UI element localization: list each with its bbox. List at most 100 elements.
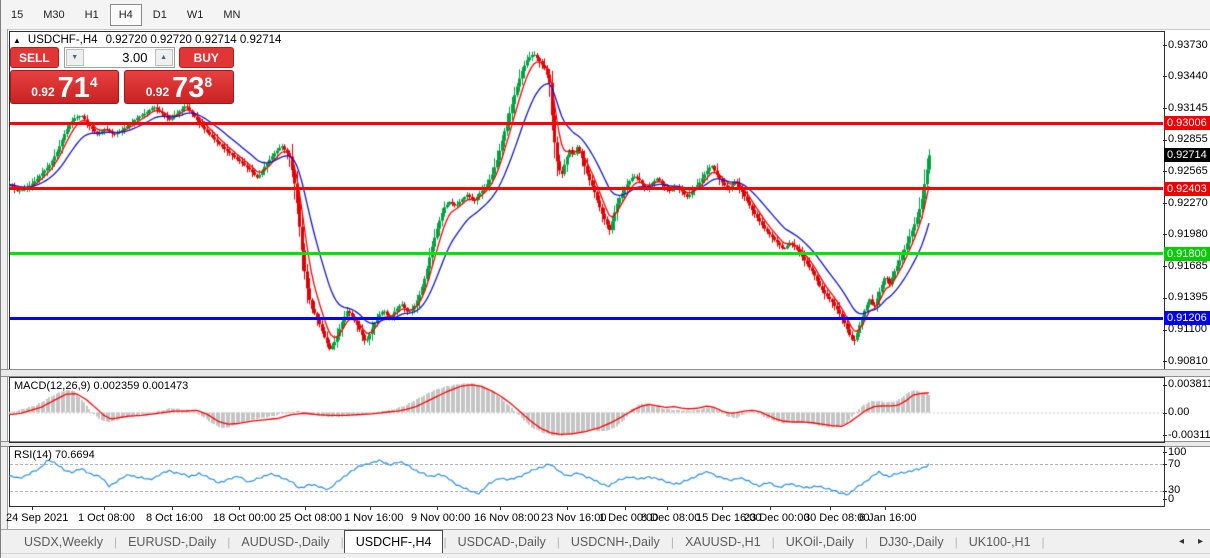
tab-uk100--h1[interactable]: UK100-,H1 (958, 532, 1042, 552)
chart-symbol-label: USDCHF-,H4 (28, 34, 98, 46)
tab-usdcnh--daily[interactable]: USDCNH-,Daily (560, 532, 671, 552)
horizontal-level-line[interactable] (10, 122, 1163, 125)
buy-price-big: 73 (172, 73, 204, 103)
tab-audusd--daily[interactable]: AUDUSD-,Daily (230, 532, 340, 552)
macd-axis-tick: 0.003811 (1168, 378, 1210, 390)
tab-ukoil--daily[interactable]: UKOil-,Daily (775, 532, 865, 552)
sell-price-big: 71 (58, 73, 90, 103)
price-axis-tick: 0.90810 (1168, 355, 1208, 367)
tab-eurusd--daily[interactable]: EURUSD-,Daily (117, 532, 227, 552)
timeframe-button-m30[interactable]: M30 (34, 4, 73, 26)
time-axis-tickmark (32, 506, 33, 510)
tab-usdchf--h4[interactable]: USDCHF-,H4 (344, 530, 444, 555)
rsi-axis-tick: 70 (1168, 458, 1180, 470)
price-axis-tickmark (1163, 45, 1167, 46)
volume-increase-icon[interactable]: ▲ (155, 49, 173, 66)
time-axis-tickmark (370, 506, 371, 510)
buy-price-pip: 8 (204, 74, 212, 90)
price-axis-tickmark (1163, 298, 1167, 299)
macd-axis-tickmark (1163, 385, 1167, 386)
timeframe-button-h4[interactable]: H4 (110, 4, 142, 26)
price-axis-tickmark (1163, 266, 1167, 267)
level-price-tag: 0.92403 (1164, 182, 1210, 196)
price-axis-tick: 0.93145 (1168, 102, 1208, 114)
rsi-axis-tickmark (1163, 491, 1167, 492)
collapse-chevron-icon[interactable]: ▲ (13, 36, 21, 45)
time-axis-tickmark (567, 506, 568, 510)
time-axis-label: 8 Dec 08:00 (641, 512, 700, 524)
volume-decrease-icon[interactable]: ▼ (66, 49, 84, 66)
time-axis-tickmark (239, 506, 240, 510)
rsi-axis-tickmark (1163, 464, 1167, 465)
price-axis-tickmark (1163, 330, 1167, 331)
macd-axis-tickmark (1163, 413, 1167, 414)
time-axis-label: 8 Oct 16:00 (146, 512, 203, 524)
horizontal-level-line[interactable] (10, 317, 1163, 320)
tab-usdx-weekly[interactable]: USDX,Weekly (13, 532, 114, 552)
sell-button[interactable]: SELL (10, 47, 59, 68)
time-axis-label: 23 Nov 16:00 (541, 512, 606, 524)
macd-axis-tickmark (1163, 435, 1167, 436)
rsi-axis-tickmark (1163, 499, 1167, 500)
time-axis-label: 18 Oct 00:00 (213, 512, 276, 524)
price-axis-tickmark (1163, 234, 1167, 235)
level-price-tag: 0.93006 (1164, 116, 1210, 130)
sell-price-display[interactable]: 0.92 71 4 (10, 70, 119, 104)
buy-price-display[interactable]: 0.92 73 8 (124, 70, 234, 104)
timeframe-toolbar: 15M30H1H4D1W1MN (1, 0, 1210, 30)
time-axis: 24 Sep 20211 Oct 08:008 Oct 16:0018 Oct … (9, 507, 1210, 529)
time-axis-tickmark (770, 506, 771, 510)
horizontal-level-line[interactable] (10, 252, 1163, 255)
rsi-axis-tickmark (1163, 452, 1167, 453)
time-axis-tickmark (885, 506, 886, 510)
tab-dj30--daily[interactable]: DJ30-,Daily (868, 532, 955, 552)
volume-input[interactable]: 3.00 (85, 48, 154, 67)
price-axis-tick: 0.91685 (1168, 260, 1208, 272)
time-axis-label: 1 Nov 16:00 (344, 512, 403, 524)
tab-scroll-right-icon[interactable]: ▸ (1198, 536, 1203, 547)
price-axis-tick: 0.91980 (1168, 228, 1208, 240)
tab-usdcad--daily[interactable]: USDCAD-,Daily (447, 532, 557, 552)
volume-stepper: ▼ 3.00 ▲ (64, 47, 175, 68)
price-axis-tickmark (1163, 203, 1167, 204)
price-axis-tick: 0.92270 (1168, 197, 1208, 209)
macd-axis-tick: -0.003115 (1168, 429, 1210, 441)
time-axis-tickmark (500, 506, 501, 510)
price-axis-tick: 0.93730 (1168, 39, 1208, 51)
price-axis-tickmark (1163, 171, 1167, 172)
time-axis-label: 9 Nov 00:00 (411, 512, 470, 524)
time-axis-label: 1 Oct 08:00 (78, 512, 135, 524)
chart-ohlc-values: 0.92720 0.92720 0.92714 0.92714 (106, 34, 282, 46)
timeframe-button-w1[interactable]: W1 (178, 4, 213, 26)
tab-scroll-arrows: ◂ ▸ (1179, 536, 1203, 547)
price-axis-tick: 0.92855 (1168, 133, 1208, 145)
horizontal-level-line[interactable] (10, 187, 1163, 190)
rsi-canvas[interactable] (9, 446, 1163, 505)
trading-platform-window: 15M30H1H4D1W1MN ▲ USDCHF-,H4 0.92720 0.9… (0, 0, 1210, 558)
time-axis-tickmark (104, 506, 105, 510)
window-left-frame (1, 29, 8, 558)
tab-separator: | (1042, 535, 1045, 549)
timeframe-button-mn[interactable]: MN (214, 4, 249, 26)
tab-xauusd--h1[interactable]: XAUUSD-,H1 (674, 532, 772, 552)
sell-price-pip: 4 (90, 74, 98, 90)
timeframe-button-d1[interactable]: D1 (144, 4, 176, 26)
time-axis-tickmark (722, 506, 723, 510)
one-click-trade-panel: SELL ▼ 3.00 ▲ BUY 0.92 71 4 0.92 73 8 (10, 47, 234, 104)
time-axis-tickmark (305, 506, 306, 510)
rsi-axis-tick: 0 (1168, 493, 1174, 505)
chart-header: ▲ USDCHF-,H4 0.92720 0.92720 0.92714 0.9… (13, 33, 281, 47)
timeframe-button-15[interactable]: 15 (2, 4, 32, 26)
sell-price-prefix: 0.92 (31, 85, 54, 99)
price-axis-tick: 0.91395 (1168, 291, 1208, 303)
timeframe-button-h1[interactable]: H1 (76, 4, 108, 26)
macd-label: MACD(12,26,9) 0.002359 0.001473 (14, 380, 188, 392)
time-axis-tickmark (667, 506, 668, 510)
time-axis-label: 6 Jan 16:00 (859, 512, 917, 524)
price-axis-tick: 0.93440 (1168, 70, 1208, 82)
panel-splitter[interactable] (1, 369, 1210, 377)
tab-scroll-left-icon[interactable]: ◂ (1179, 536, 1184, 547)
time-axis-tickmark (172, 506, 173, 510)
buy-button[interactable]: BUY (179, 47, 234, 68)
price-axis-tick: 0.92565 (1168, 165, 1208, 177)
